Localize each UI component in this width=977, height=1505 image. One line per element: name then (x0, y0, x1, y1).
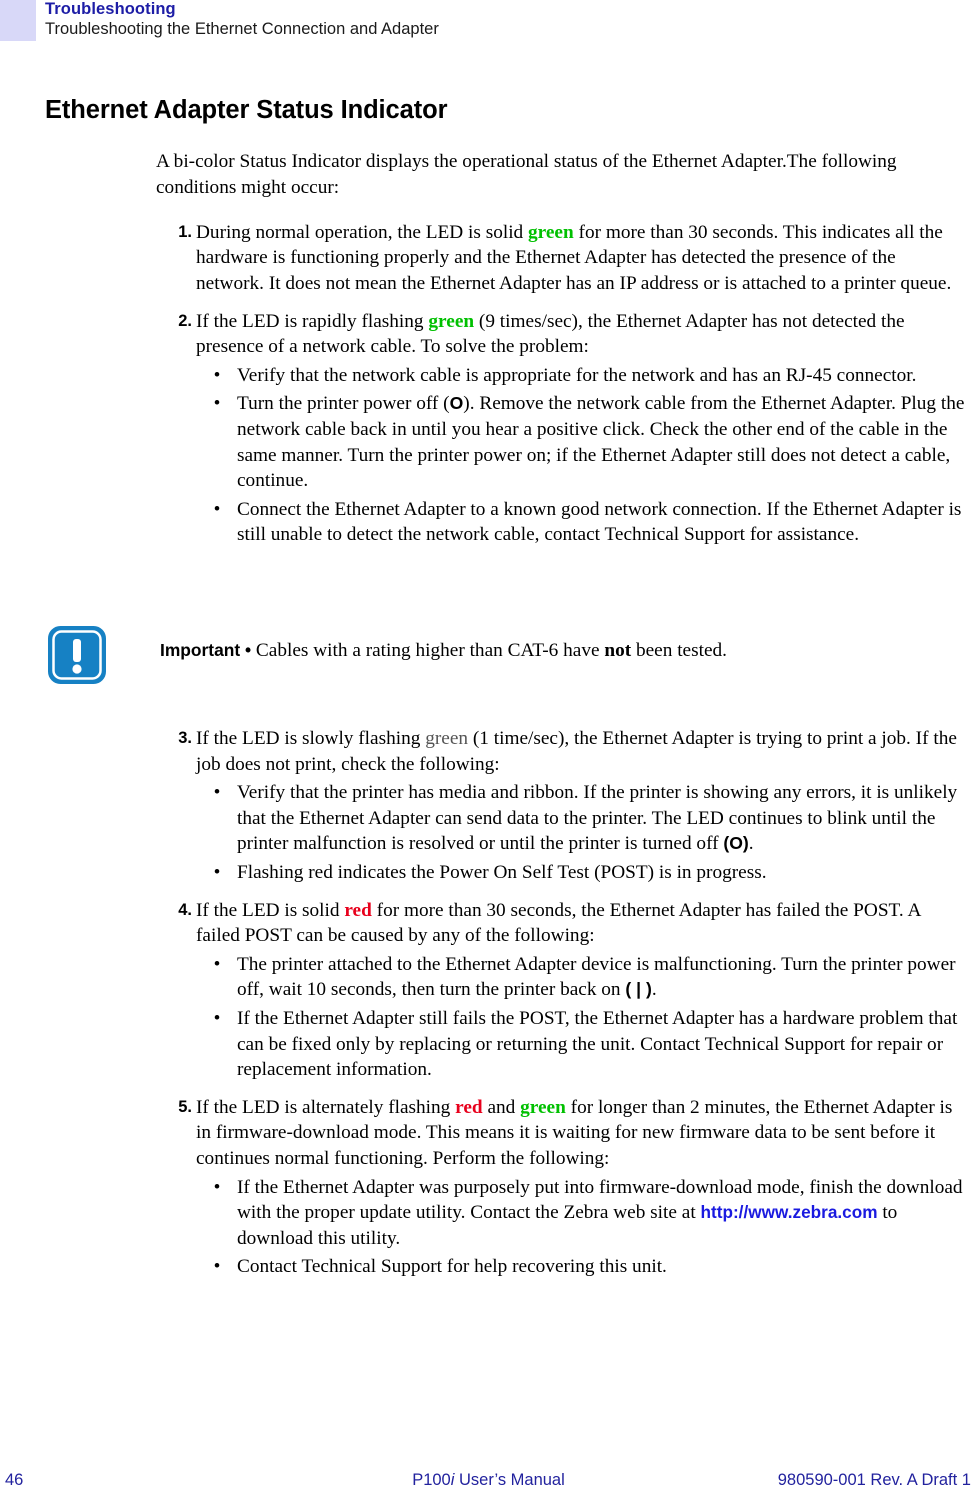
important-note-part-2: been tested. (631, 640, 727, 661)
keyword-green: green (428, 310, 475, 332)
bullet-text-part-2: . (651, 979, 657, 1001)
step-number: 3. (178, 729, 192, 747)
step-number: 1. (178, 222, 192, 241)
numbered-step-4: 4. If the LED is solid red for more than… (178, 898, 968, 949)
bullet-text: Verify that the printer has media and ri… (237, 780, 972, 857)
bullet-marker-icon: • (213, 1007, 221, 1029)
bullet-text-part-1: Verify that the printer has media and ri… (237, 782, 958, 855)
step-text-middle: and (482, 1096, 521, 1118)
bullet-text-part-1: Turn the printer power off ( (237, 393, 450, 415)
keyword-green: green (520, 1096, 566, 1118)
important-exclamation-icon (48, 626, 106, 684)
page-header: Troubleshooting Troubleshooting the Ethe… (0, 0, 977, 48)
keyword-green-plain: green (425, 728, 469, 749)
step-text: If the LED is slowly flashing green (1 t… (196, 726, 968, 777)
power-on-symbol-icon: ( | ) (625, 979, 652, 1000)
bullet-item: • Verify that the printer has media and … (214, 780, 972, 857)
step-text-part-1: If the LED is alternately flashing (196, 1096, 456, 1118)
bullet-item: • Flashing red indicates the Power On Se… (214, 860, 972, 886)
step-number: 4. (178, 900, 192, 919)
bullet-item: • Verify that the network cable is appro… (214, 363, 972, 389)
keyword-red: red (455, 1096, 483, 1118)
bullet-text: If the Ethernet Adapter was purposely pu… (237, 1175, 972, 1252)
step-text: If the LED is solid red for more than 30… (196, 898, 968, 949)
footer-manual-prefix: P100 (412, 1471, 451, 1489)
page-title: Ethernet Adapter Status Indicator (45, 96, 448, 125)
bullet-item: • Contact Technical Support for help rec… (214, 1254, 972, 1280)
bullet-marker-icon: • (213, 782, 221, 804)
bullet-marker-icon: • (213, 861, 221, 883)
step-text-part-1: If the LED is solid (196, 899, 345, 921)
bullet-item: • If the Ethernet Adapter still fails th… (214, 1006, 972, 1083)
keyword-green: green (528, 221, 574, 243)
important-note-part-1: Cables with a rating higher than CAT-6 h… (251, 640, 605, 661)
bullet-item: • Turn the printer power off (O). Remove… (214, 391, 972, 493)
bullet-text: Contact Technical Support for help recov… (237, 1256, 667, 1278)
step-number: 5. (178, 1097, 192, 1116)
step-text: During normal operation, the LED is soli… (196, 220, 968, 297)
bullet-item: • Connect the Ethernet Adapter to a know… (214, 497, 972, 548)
zebra-website-link[interactable]: http://www.zebra.com (701, 1202, 878, 1222)
header-text-block: Troubleshooting Troubleshooting the Ethe… (45, 0, 439, 40)
step-text: If the LED is alternately flashing red a… (196, 1095, 968, 1172)
footer-document-id: 980590-001 Rev. A Draft 1 (777, 1471, 971, 1489)
header-color-swatch (0, 0, 36, 41)
step-text-part-1: During normal operation, the LED is soli… (196, 221, 529, 243)
bullet-marker-icon: • (213, 1176, 221, 1198)
important-note-label: Important • (160, 640, 252, 660)
page-footer: 46 P100i User’s Manual 980590-001 Rev. A… (0, 1471, 977, 1495)
header-chapter-title: Troubleshooting (45, 0, 176, 18)
bullet-marker-icon: • (213, 364, 221, 386)
power-off-symbol-icon: O (449, 393, 464, 414)
step-text-part-1: If the LED is slowly flashing (196, 728, 426, 749)
numbered-step-3: 3. If the LED is slowly flashing green (… (178, 726, 968, 777)
intro-paragraph: A bi-color Status Indicator displays the… (156, 151, 897, 198)
bullet-marker-icon: • (213, 953, 221, 975)
numbered-step-5: 5. If the LED is alternately flashing re… (178, 1095, 968, 1172)
bullet-text: Verify that the network cable is appropr… (237, 364, 917, 386)
step-text: If the LED is rapidly flashing green (9 … (196, 309, 968, 360)
bullet-marker-icon: • (213, 498, 221, 520)
numbered-step-1: 1. During normal operation, the LED is s… (178, 220, 968, 297)
important-note-emphasis: not (604, 640, 632, 661)
bullet-text: Flashing red indicates the Power On Self… (237, 861, 767, 883)
bullet-item: • The printer attached to the Ethernet A… (214, 952, 972, 1003)
important-note-text: Important • Cables with a rating higher … (160, 638, 940, 664)
footer-manual-label: User’s Manual (454, 1471, 565, 1489)
bullet-text-part-2: . (748, 833, 754, 855)
bullet-text: Turn the printer power off (O). Remove t… (237, 391, 972, 493)
bullet-marker-icon: • (213, 1256, 221, 1278)
bullet-text: Connect the Ethernet Adapter to a known … (237, 498, 962, 546)
bullet-text-part-1: The printer attached to the Ethernet Ada… (237, 953, 956, 1001)
step-number: 2. (178, 311, 192, 330)
bullet-text: If the Ethernet Adapter still fails the … (237, 1007, 958, 1081)
bullet-marker-icon: • (213, 393, 221, 415)
header-section-title: Troubleshooting the Ethernet Connection … (45, 20, 439, 38)
power-off-symbol-icon: (O) (723, 833, 749, 854)
bullet-item: • If the Ethernet Adapter was purposely … (214, 1175, 972, 1252)
step-text-part-1: If the LED is rapidly flashing (196, 310, 429, 332)
keyword-red: red (344, 899, 372, 921)
document-body-continued: 3. If the LED is slowly flashing green (… (0, 714, 977, 1280)
bullet-text: The printer attached to the Ethernet Ada… (237, 952, 972, 1003)
numbered-step-2: 2. If the LED is rapidly flashing green … (178, 309, 968, 360)
important-callout: Important • Cables with a rating higher … (0, 622, 977, 694)
document-body: A bi-color Status Indicator displays the… (0, 130, 977, 548)
